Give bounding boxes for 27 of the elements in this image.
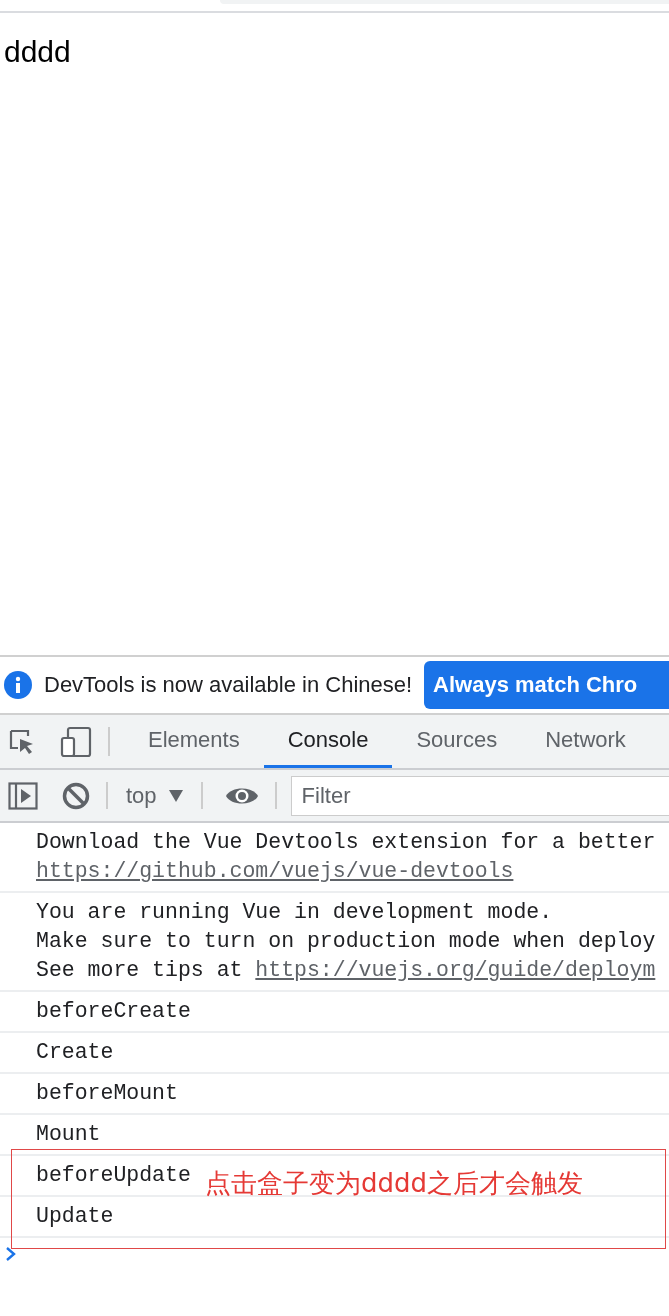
console-message: Make sure to turn on production mode when deploy: [36, 929, 656, 953]
console-link[interactable]: https://vuejs.org/guide/deploym: [255, 958, 656, 982]
device-icon[interactable]: [60, 725, 92, 758]
clear-console-icon[interactable]: [62, 781, 90, 810]
console-message: beforeUpdate: [36, 1163, 191, 1187]
console-message: beforeCreate: [36, 999, 191, 1023]
console-message: You are running Vue in development mode.: [36, 900, 553, 924]
console-message: See more tips at https://vuejs.org/guide/deploym: [36, 958, 656, 982]
sidebar-toggle-icon[interactable]: [8, 781, 38, 810]
filter-field[interactable]: Filter: [290, 776, 669, 816]
console-message: Create: [36, 1040, 114, 1064]
devtools-tab[interactable]: Network: [521, 715, 650, 768]
console-message: beforeMount: [36, 1081, 178, 1105]
console-message: Mount: [36, 1122, 101, 1146]
devtools-tab[interactable]: Elements: [124, 715, 264, 768]
context-selector[interactable]: top: [122, 770, 201, 821]
console-link[interactable]: https://github.com/vuejs/vue-devtools: [36, 859, 514, 883]
info-icon: [4, 671, 32, 699]
console-message: Update: [36, 1204, 114, 1228]
match-language-button[interactable]: Always match Chro: [424, 661, 669, 709]
page-text: dddd: [4, 34, 71, 70]
devtools-tab[interactable]: Sources: [392, 715, 522, 768]
dropdown-caret-icon: [168, 789, 183, 802]
info-message: DevTools is now available in Chinese!: [44, 672, 413, 698]
console-message: Download the Vue Devtools extension for a better: [36, 830, 656, 854]
prompt-chevron-icon[interactable]: [6, 1247, 16, 1261]
annotation-text: 点击盒子变为dddd之后才会触发: [205, 1167, 583, 1200]
